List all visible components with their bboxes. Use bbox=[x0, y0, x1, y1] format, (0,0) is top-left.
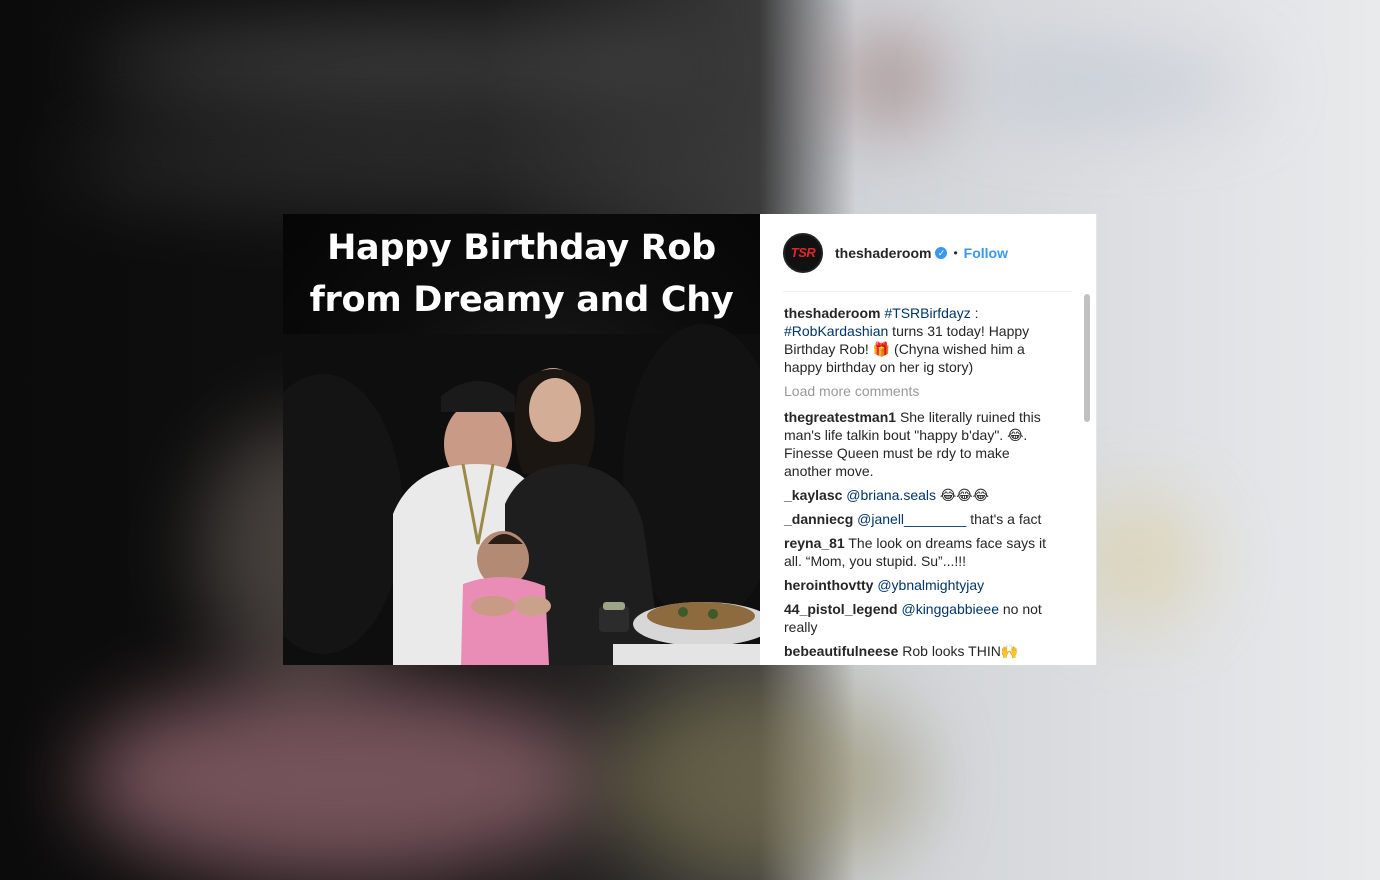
comments-list: theshaderoom #TSRBirfdayz : #RobKardashi… bbox=[784, 304, 1056, 665]
comment-username[interactable]: reyna_81 bbox=[784, 535, 845, 551]
separator-dot: • bbox=[953, 245, 958, 260]
comment-text: 😂😂😂 bbox=[936, 487, 989, 503]
hashtag-link[interactable]: #RobKardashian bbox=[784, 323, 888, 339]
post-caption: theshaderoom #TSRBirfdayz : #RobKardashi… bbox=[784, 304, 1056, 376]
blur-shape bbox=[600, 680, 920, 880]
comment-username[interactable]: _kaylasc bbox=[784, 487, 842, 503]
post-photo[interactable]: Happy Birthday Rob from Dreamy and Chy bbox=[283, 214, 760, 665]
mention-link[interactable]: @ybnalmightyjay bbox=[877, 577, 984, 593]
list-item: reyna_81 The look on dreams face says it… bbox=[784, 534, 1056, 570]
blur-shape bbox=[90, 30, 710, 100]
load-more-comments-button[interactable]: Load more comments bbox=[784, 382, 1056, 400]
comment-username[interactable]: herointhovtty bbox=[784, 577, 873, 593]
comment-username[interactable]: _danniecg bbox=[784, 511, 853, 527]
mention-link[interactable]: @kinggabbieee bbox=[901, 601, 999, 617]
photo-caption-line: Happy Birthday Rob bbox=[327, 228, 716, 268]
instagram-post-card: Happy Birthday Rob from Dreamy and Chy T… bbox=[283, 214, 1097, 665]
mention-link[interactable]: @janell________ bbox=[857, 511, 966, 527]
photo-caption-line: from Dreamy and Chy bbox=[309, 280, 734, 320]
scrollbar-thumb[interactable] bbox=[1084, 294, 1090, 422]
comment-username[interactable]: thegreatestman1 bbox=[784, 409, 896, 425]
caption-username[interactable]: theshaderoom bbox=[784, 305, 880, 321]
list-item: 44_pistol_legend @kinggabbieee no not re… bbox=[784, 600, 1056, 636]
comments-scrollbar[interactable] bbox=[1084, 294, 1090, 665]
comment-username[interactable]: bebeautifulneese bbox=[784, 643, 898, 659]
post-sidebar: TSR theshaderoom ✓ • Follow theshaderoom… bbox=[760, 214, 1097, 665]
blur-shape bbox=[1080, 500, 1200, 620]
verified-badge-icon: ✓ bbox=[935, 246, 948, 259]
list-item: _kaylasc @briana.seals 😂😂😂 bbox=[784, 486, 1056, 504]
comment-text: that's a fact bbox=[966, 511, 1042, 527]
list-item: thegreatestman1 She literally ruined thi… bbox=[784, 408, 1056, 480]
list-item: _danniecg @janell________ that's a fact bbox=[784, 510, 1056, 528]
comment-text: Rob looks THIN🙌 bbox=[902, 643, 1019, 659]
mention-link[interactable]: @briana.seals bbox=[846, 487, 936, 503]
list-item: bebeautifulneese Rob looks THIN🙌 bbox=[784, 642, 1056, 660]
avatar[interactable]: TSR bbox=[783, 232, 823, 273]
blur-shape bbox=[850, 40, 930, 120]
blur-shape bbox=[80, 680, 600, 880]
avatar-logo-text: TSR bbox=[790, 245, 816, 260]
comment-username[interactable]: 44_pistol_legend bbox=[784, 601, 898, 617]
photo-overlay-text: Happy Birthday Rob from Dreamy and Chy bbox=[283, 222, 760, 326]
blur-shape bbox=[60, 130, 740, 200]
list-item: herointhovtty @ybnalmightyjay bbox=[784, 576, 1056, 594]
caption-text: : bbox=[970, 305, 979, 321]
blur-shape bbox=[960, 60, 1260, 110]
hashtag-link[interactable]: #TSRBirfdayz bbox=[884, 305, 970, 321]
post-header: TSR theshaderoom ✓ • Follow bbox=[783, 214, 1072, 292]
follow-button[interactable]: Follow bbox=[964, 245, 1008, 261]
username-link[interactable]: theshaderoom bbox=[835, 245, 931, 261]
